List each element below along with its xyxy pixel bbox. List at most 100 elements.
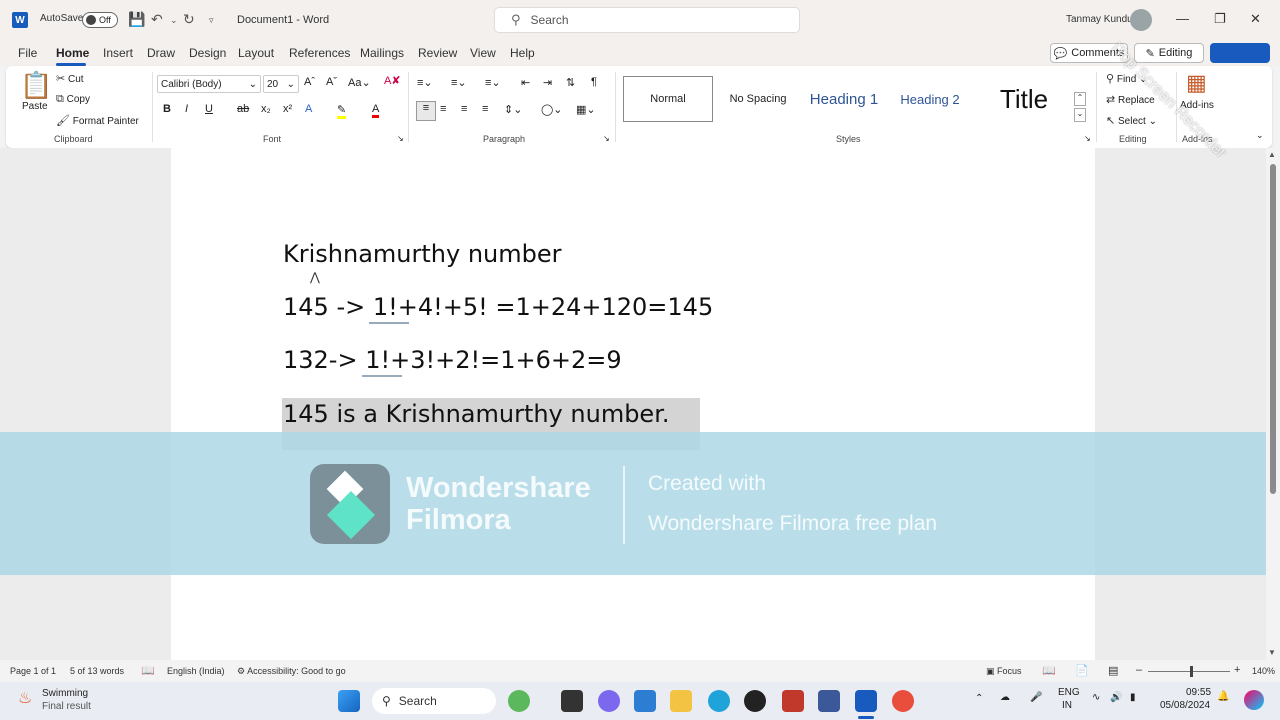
font-name-select[interactable]: Calibri (Body) ⌄ (157, 75, 261, 93)
accessibility-status[interactable]: ⚙ Accessibility: Good to go (237, 666, 346, 677)
chrome-icon[interactable] (892, 690, 914, 712)
chat-icon[interactable] (598, 690, 620, 712)
notepad-icon[interactable] (818, 690, 840, 712)
tab-layout[interactable]: Layout (238, 46, 274, 60)
battery-icon[interactable]: ▮ (1130, 692, 1136, 703)
select-button[interactable]: ↖ Select ⌄ (1106, 114, 1157, 127)
clear-formatting-icon[interactable]: A✘ (384, 74, 401, 87)
borders-icon[interactable]: ▦⌄ (576, 103, 596, 116)
search-input[interactable]: ⚲ Search (494, 7, 800, 33)
format-painter-button[interactable]: 🖌 Format Painter (56, 114, 139, 127)
font-dialog-launcher-icon[interactable]: ↘ (397, 134, 404, 143)
style-title[interactable]: Title (979, 76, 1069, 122)
styles-scroll-up-icon[interactable]: ⌃ (1074, 92, 1086, 106)
add-ins-icon[interactable]: ▦ (1186, 70, 1207, 96)
shrink-font-icon[interactable]: Aˇ (326, 76, 337, 88)
scroll-thumb[interactable] (1270, 164, 1276, 494)
word-taskbar-icon[interactable] (855, 690, 877, 712)
page-count[interactable]: Page 1 of 1 (10, 666, 56, 676)
justify-icon[interactable]: ≡ (482, 103, 488, 115)
tab-home[interactable]: Home (56, 46, 89, 60)
notification-bell-icon[interactable]: 🔔 (1217, 691, 1229, 702)
redo-icon[interactable]: ↻ (183, 11, 195, 28)
save-icon[interactable]: 💾 (128, 11, 145, 28)
style-heading-2[interactable]: Heading 2 (889, 76, 971, 122)
undo-icon[interactable]: ↶ (151, 11, 163, 28)
show-formatting-icon[interactable]: ¶ (591, 76, 597, 88)
italic-icon[interactable]: I (185, 103, 188, 115)
vertical-scrollbar[interactable]: ▲ ▼ (1266, 148, 1280, 660)
replace-button[interactable]: ⇄ Replace (1106, 93, 1155, 106)
collapse-ribbon-icon[interactable]: ⌄ (1256, 130, 1264, 141)
sort-icon[interactable]: ⇅ (566, 76, 575, 89)
copilot-icon[interactable] (1244, 690, 1264, 710)
highlight-color-icon[interactable]: ✎ (337, 103, 347, 119)
restore-icon[interactable]: ❐ (1214, 11, 1226, 27)
line-spacing-icon[interactable]: ⇕⌄ (504, 103, 522, 116)
tab-view[interactable]: View (470, 46, 496, 60)
tab-review[interactable]: Review (418, 46, 457, 60)
zoom-slider-handle[interactable] (1190, 666, 1193, 677)
editing-mode-button[interactable]: ✎ Editing (1134, 43, 1204, 63)
styles-dialog-launcher-icon[interactable]: ↘ (1084, 134, 1091, 143)
tab-help[interactable]: Help (510, 46, 535, 60)
network-off-icon[interactable]: ☁ (1000, 692, 1010, 703)
underline-icon[interactable]: U (205, 103, 213, 115)
weather-title[interactable]: Swimming (42, 688, 88, 699)
doc-line-145[interactable]: 145 -> 1!+4!+5! =1+24+120=145 (283, 293, 713, 321)
grow-font-icon[interactable]: Aˆ (304, 76, 315, 88)
text-effects-icon[interactable]: A (305, 103, 312, 115)
tab-design[interactable]: Design (189, 46, 226, 60)
strikethrough-icon[interactable]: ab (237, 103, 249, 115)
edge-icon[interactable] (708, 690, 730, 712)
focus-button[interactable]: ▣ Focus (986, 666, 1022, 677)
subscript-icon[interactable]: x₂ (261, 103, 271, 115)
wifi-icon[interactable]: ∿ (1092, 692, 1100, 703)
scroll-down-icon[interactable]: ▼ (1268, 648, 1276, 657)
copy-button[interactable]: ⧉ Copy (56, 93, 90, 106)
doc-line-132[interactable]: 132-> 1!+3!+2!=1+6+2=9 (283, 346, 622, 374)
superscript-icon[interactable]: x² (283, 103, 292, 115)
tab-mailings[interactable]: Mailings (360, 46, 404, 60)
word-count[interactable]: 5 of 13 words (70, 666, 124, 676)
align-left-icon[interactable]: ≡ (416, 101, 436, 121)
tray-overflow-icon[interactable]: ⌃ (975, 693, 983, 704)
customize-qat-icon[interactable]: ▿ (209, 15, 214, 26)
style-normal[interactable]: Normal (623, 76, 713, 122)
numbering-icon[interactable]: ≡⌄ (451, 76, 467, 89)
change-case-icon[interactable]: Aa⌄ (348, 76, 371, 89)
doc-line-heading[interactable]: Krishnamurthy number (283, 240, 561, 268)
increase-indent-icon[interactable]: ⇥ (543, 76, 552, 89)
tab-references[interactable]: References (289, 46, 350, 60)
tab-insert[interactable]: Insert (103, 46, 133, 60)
undo-dropdown-icon[interactable]: ⌄ (170, 15, 178, 26)
file-explorer-icon[interactable] (670, 690, 692, 712)
bullets-icon[interactable]: ≡⌄ (417, 76, 433, 89)
share-button[interactable] (1210, 43, 1270, 63)
paste-button[interactable]: Paste (22, 101, 48, 112)
styles-more-icon[interactable]: ⌄ (1074, 108, 1086, 122)
align-right-icon[interactable]: ≡ (461, 103, 467, 115)
paste-icon[interactable]: 📋 (20, 70, 52, 101)
decrease-indent-icon[interactable]: ⇤ (521, 76, 530, 89)
language-line-1[interactable]: ENG (1058, 687, 1080, 698)
language-status[interactable]: English (India) (167, 666, 225, 676)
autosave-toggle[interactable]: Off (82, 12, 118, 28)
doc-line-conclusion[interactable]: 145 is a Krishnamurthy number. (283, 400, 669, 428)
clock-time[interactable]: 09:55 (1186, 687, 1211, 698)
print-layout-icon[interactable]: 📄 (1075, 664, 1089, 677)
recorder-icon[interactable] (782, 690, 804, 712)
minimize-icon[interactable]: — (1176, 11, 1189, 26)
dell-icon[interactable] (744, 690, 766, 712)
style-heading-1[interactable]: Heading 1 (803, 76, 885, 122)
font-size-select[interactable]: 20 ⌄ (263, 75, 299, 93)
tab-draw[interactable]: Draw (147, 46, 175, 60)
tab-file[interactable]: File (18, 46, 37, 60)
widgets-icon[interactable] (508, 690, 530, 712)
cut-button[interactable]: ✂ Cut (56, 72, 84, 85)
task-view-icon[interactable] (561, 690, 583, 712)
font-color-icon[interactable]: A (372, 103, 380, 118)
paragraph-dialog-launcher-icon[interactable]: ↘ (603, 134, 610, 143)
zoom-in-icon[interactable]: + (1234, 664, 1240, 676)
zoom-out-icon[interactable]: – (1136, 664, 1142, 676)
